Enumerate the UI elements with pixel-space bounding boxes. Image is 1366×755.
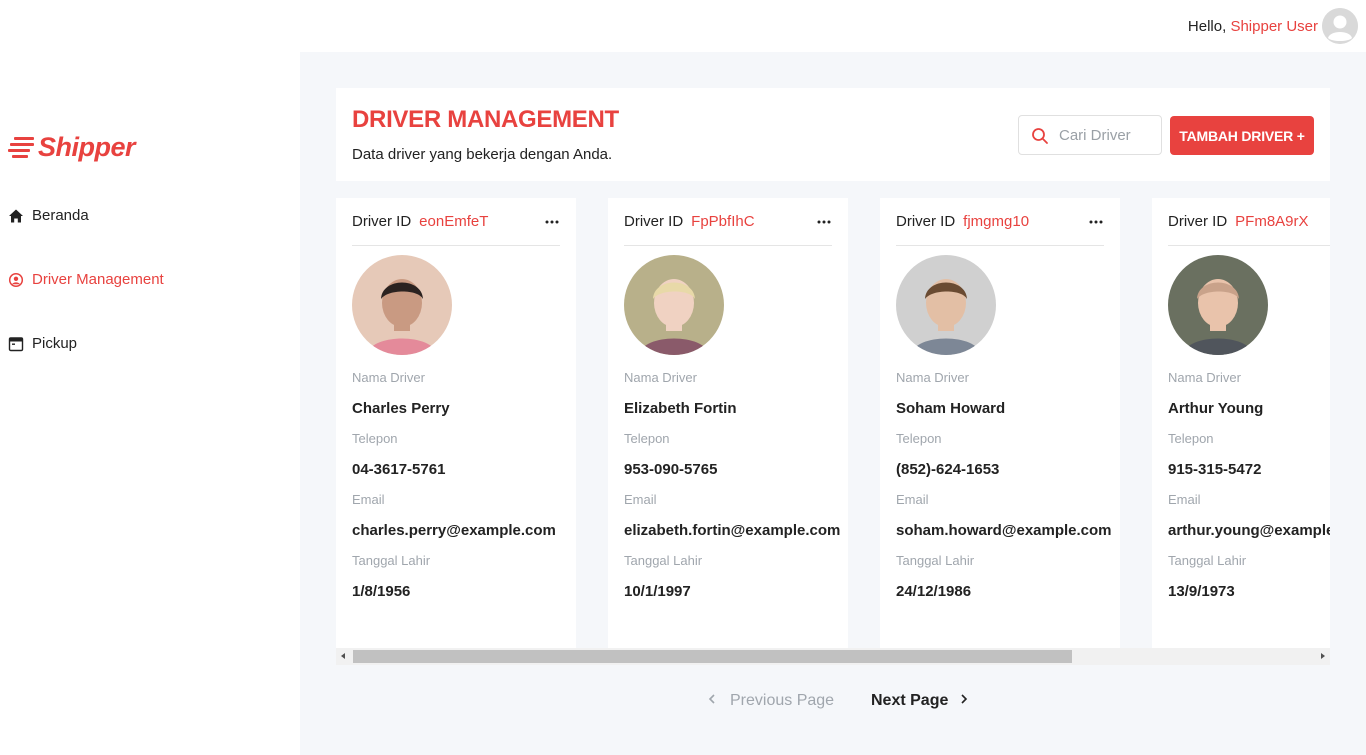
driver-email-label: Email (624, 492, 657, 507)
driver-card-header: Driver ID PFm8A9rX (1168, 198, 1330, 246)
add-driver-button[interactable]: TAMBAH DRIVER + (1170, 116, 1314, 155)
driver-id-label: Driver ID (624, 213, 684, 230)
driver-card-header: Driver ID fjmgmg10 (896, 198, 1104, 246)
more-options-icon[interactable] (816, 214, 832, 230)
driver-birthdate-label: Tanggal Lahir (624, 553, 703, 568)
driver-id-value: FpPbfIhC (691, 213, 755, 230)
more-options-icon[interactable] (1088, 214, 1104, 230)
driver-name-value: Soham Howard (896, 400, 1006, 417)
horizontal-scrollbar[interactable] (336, 648, 1330, 665)
driver-photo (896, 255, 996, 355)
driver-cards-list: Driver ID eonEmfeT Nama Driver Charles Perr… (336, 198, 1330, 648)
page-subtitle: Data driver yang bekerja dengan Anda. (352, 146, 613, 163)
driver-birthdate-value: 10/1/1997 (624, 583, 691, 600)
top-bar: Hello, Shipper User (0, 0, 1366, 52)
page-title: DRIVER MANAGEMENT (352, 106, 619, 133)
more-options-icon[interactable] (544, 214, 560, 230)
scroll-right-arrow-icon[interactable] (1321, 653, 1325, 659)
driver-id-label: Driver ID (1168, 213, 1228, 230)
shipper-logo[interactable]: Shipper (8, 132, 136, 163)
previous-page-button[interactable]: Previous Page (708, 692, 834, 710)
greeting: Hello, Shipper User (1188, 18, 1318, 35)
page-header-card: DRIVER MANAGEMENT Data driver yang beker… (336, 88, 1330, 181)
driver-phone-value: 953-090-5765 (624, 461, 718, 478)
next-page-label: Next Page (871, 692, 949, 709)
driver-id-label: Driver ID (352, 213, 412, 230)
home-icon (8, 208, 24, 224)
driver-name-label: Nama Driver (624, 370, 697, 385)
driver-phone-label: Telepon (624, 431, 670, 446)
driver-card: Driver ID PFm8A9rX Nama Driver Arthur Young… (1152, 198, 1330, 648)
driver-birthdate-value: 1/8/1956 (352, 583, 411, 600)
driver-phone-label: Telepon (1168, 431, 1214, 446)
driver-name-value: Elizabeth Fortin (624, 400, 737, 417)
driver-name-value: Charles Perry (352, 400, 450, 417)
main-content: DRIVER MANAGEMENT Data driver yang beker… (300, 52, 1366, 755)
driver-birthdate-value: 13/9/1973 (1168, 583, 1235, 600)
driver-email-value: charles.perry@example.com (352, 522, 556, 539)
user-avatar-icon[interactable] (1322, 8, 1358, 44)
driver-name-label: Nama Driver (896, 370, 969, 385)
driver-phone-label: Telepon (352, 431, 398, 446)
driver-email-label: Email (896, 492, 929, 507)
chevron-left-icon (708, 692, 716, 710)
driver-photo (352, 255, 452, 355)
user-name-link[interactable]: Shipper User (1230, 18, 1318, 35)
search-box[interactable] (1018, 115, 1162, 155)
driver-cards-scroll-area[interactable]: Driver ID eonEmfeT Nama Driver Charles Perr… (336, 198, 1330, 668)
driver-birthdate-label: Tanggal Lahir (352, 553, 431, 568)
search-icon (1031, 127, 1049, 150)
calendar-icon (8, 336, 24, 352)
driver-card-header: Driver ID eonEmfeT (352, 198, 560, 246)
driver-card: Driver ID FpPbfIhC Nama Driver Elizabeth Fo… (608, 198, 848, 648)
driver-id-value: fjmgmg10 (963, 213, 1030, 230)
driver-name-label: Nama Driver (352, 370, 425, 385)
driver-birthdate-label: Tanggal Lahir (896, 553, 975, 568)
sidebar-item-pickup[interactable]: Pickup (8, 335, 77, 352)
logo-speed-lines-icon (8, 135, 36, 161)
driver-id-value: eonEmfeT (419, 213, 489, 230)
search-input[interactable] (1059, 116, 1159, 154)
driver-phone-label: Telepon (896, 431, 942, 446)
driver-card: Driver ID eonEmfeT Nama Driver Charles Perr… (336, 198, 576, 648)
driver-email-label: Email (352, 492, 385, 507)
driver-phone-value: 915-315-5472 (1168, 461, 1262, 478)
sidebar-item-driver-management[interactable]: Driver Management (8, 271, 164, 288)
logo-text: Shipper (38, 132, 136, 162)
scroll-left-arrow-icon[interactable] (341, 653, 345, 659)
driver-id-value: PFm8A9rX (1235, 213, 1309, 230)
driver-card-header: Driver ID FpPbfIhC (624, 198, 832, 246)
driver-email-value: elizabeth.fortin@example.com (624, 522, 841, 539)
user-circle-icon (8, 272, 24, 288)
driver-name-label: Nama Driver (1168, 370, 1241, 385)
driver-email-label: Email (1168, 492, 1201, 507)
driver-id-label: Driver ID (896, 213, 956, 230)
sidebar: Shipper Beranda Driver Management Pickup (0, 52, 300, 755)
previous-page-label: Previous Page (730, 692, 835, 709)
driver-phone-value: (852)-624-1653 (896, 461, 1000, 478)
sidebar-item-label: Pickup (32, 335, 78, 352)
pagination: Previous Page Next Page (300, 692, 1366, 716)
next-page-button[interactable]: Next Page (871, 692, 968, 710)
driver-phone-value: 04-3617-5761 (352, 461, 446, 478)
chevron-right-icon (960, 692, 968, 710)
sidebar-item-beranda[interactable]: Beranda (8, 207, 89, 224)
driver-name-value: Arthur Young (1168, 400, 1264, 417)
driver-email-value: soham.howard@example.com (896, 522, 1112, 539)
driver-email-value: arthur.young@example.com (1168, 522, 1330, 539)
driver-birthdate-value: 24/12/1986 (896, 583, 972, 600)
driver-birthdate-label: Tanggal Lahir (1168, 553, 1247, 568)
driver-card: Driver ID fjmgmg10 Nama Driver Soham Howard… (880, 198, 1120, 648)
driver-photo (1168, 255, 1268, 355)
sidebar-item-label: Driver Management (32, 271, 164, 288)
scrollbar-thumb[interactable] (353, 650, 1072, 663)
greeting-text: Hello, (1187, 18, 1227, 35)
driver-photo (624, 255, 724, 355)
sidebar-item-label: Beranda (32, 207, 89, 224)
